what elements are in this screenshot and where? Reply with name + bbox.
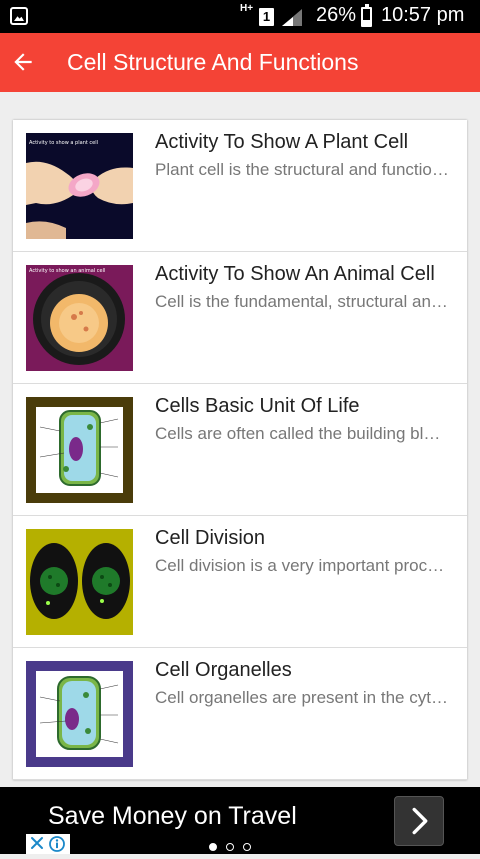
signal-icon (282, 9, 302, 26)
topic-description: Plant cell is the structural and functio… (155, 160, 449, 179)
list-item[interactable]: Cell Division Cell division is a very im… (13, 516, 467, 648)
animal-cell-activity-thumbnail: Activity to show an animal cell (26, 265, 133, 371)
clock: 10:57 pm (381, 4, 465, 26)
list-item[interactable]: Activity to show a plant cell Activity T… (13, 120, 467, 252)
page-title: Cell Structure And Functions (67, 49, 359, 75)
cell-organelles-thumbnail (26, 661, 133, 767)
thumb-caption: Activity to show a plant cell (29, 140, 98, 146)
arrow-left-icon[interactable] (10, 49, 36, 75)
network-type: H+ (240, 3, 254, 14)
topic-description: Cells are often called the building bloc… (155, 424, 449, 443)
cell-division-thumbnail (26, 529, 133, 635)
ad-choices[interactable] (26, 834, 70, 854)
topic-title: Activity To Show An Animal Cell (155, 263, 435, 285)
topic-description: Cell organelles are present in the cytop… (155, 688, 449, 707)
battery-icon (361, 4, 372, 27)
ad-cta-button[interactable] (394, 796, 444, 846)
topic-title: Activity To Show A Plant Cell (155, 131, 409, 153)
plant-cell-diagram-thumbnail (26, 397, 133, 503)
topic-list: Activity to show a plant cell Activity T… (13, 120, 467, 780)
topic-title: Cell Organelles (155, 659, 292, 681)
carousel-dot (226, 843, 234, 851)
info-icon (49, 836, 65, 852)
topic-title: Cells Basic Unit Of Life (155, 395, 360, 417)
gallery-notification-icon (10, 7, 28, 25)
ad-text: Save Money on Travel (48, 802, 297, 830)
ad-panel[interactable]: Save Money on Travel (26, 787, 454, 854)
chevron-right-icon (412, 807, 428, 835)
topic-title: Cell Division (155, 527, 266, 549)
carousel-indicator (209, 838, 260, 856)
thumb-caption: Activity to show an animal cell (29, 268, 105, 274)
battery-percent: 26% (316, 4, 357, 26)
app-bar: Cell Structure And Functions (0, 33, 480, 92)
carousel-dot (243, 843, 251, 851)
topic-description: Cell is the fundamental, structural and … (155, 292, 449, 311)
sim-indicator: 1 (259, 8, 274, 26)
carousel-dot (209, 843, 217, 851)
ad-banner[interactable]: Save Money on Travel (0, 787, 480, 854)
status-bar: H+ 1 26% 10:57 pm (0, 0, 480, 33)
plant-cell-activity-thumbnail: Activity to show a plant cell (26, 133, 133, 239)
list-item[interactable]: Activity to show an animal cell Activity… (13, 252, 467, 384)
list-item[interactable]: Cells Basic Unit Of Life Cells are often… (13, 384, 467, 516)
topic-description: Cell division is a very important proces… (155, 556, 449, 575)
list-item[interactable]: Cell Organelles Cell organelles are pres… (13, 648, 467, 780)
close-icon (31, 837, 43, 849)
